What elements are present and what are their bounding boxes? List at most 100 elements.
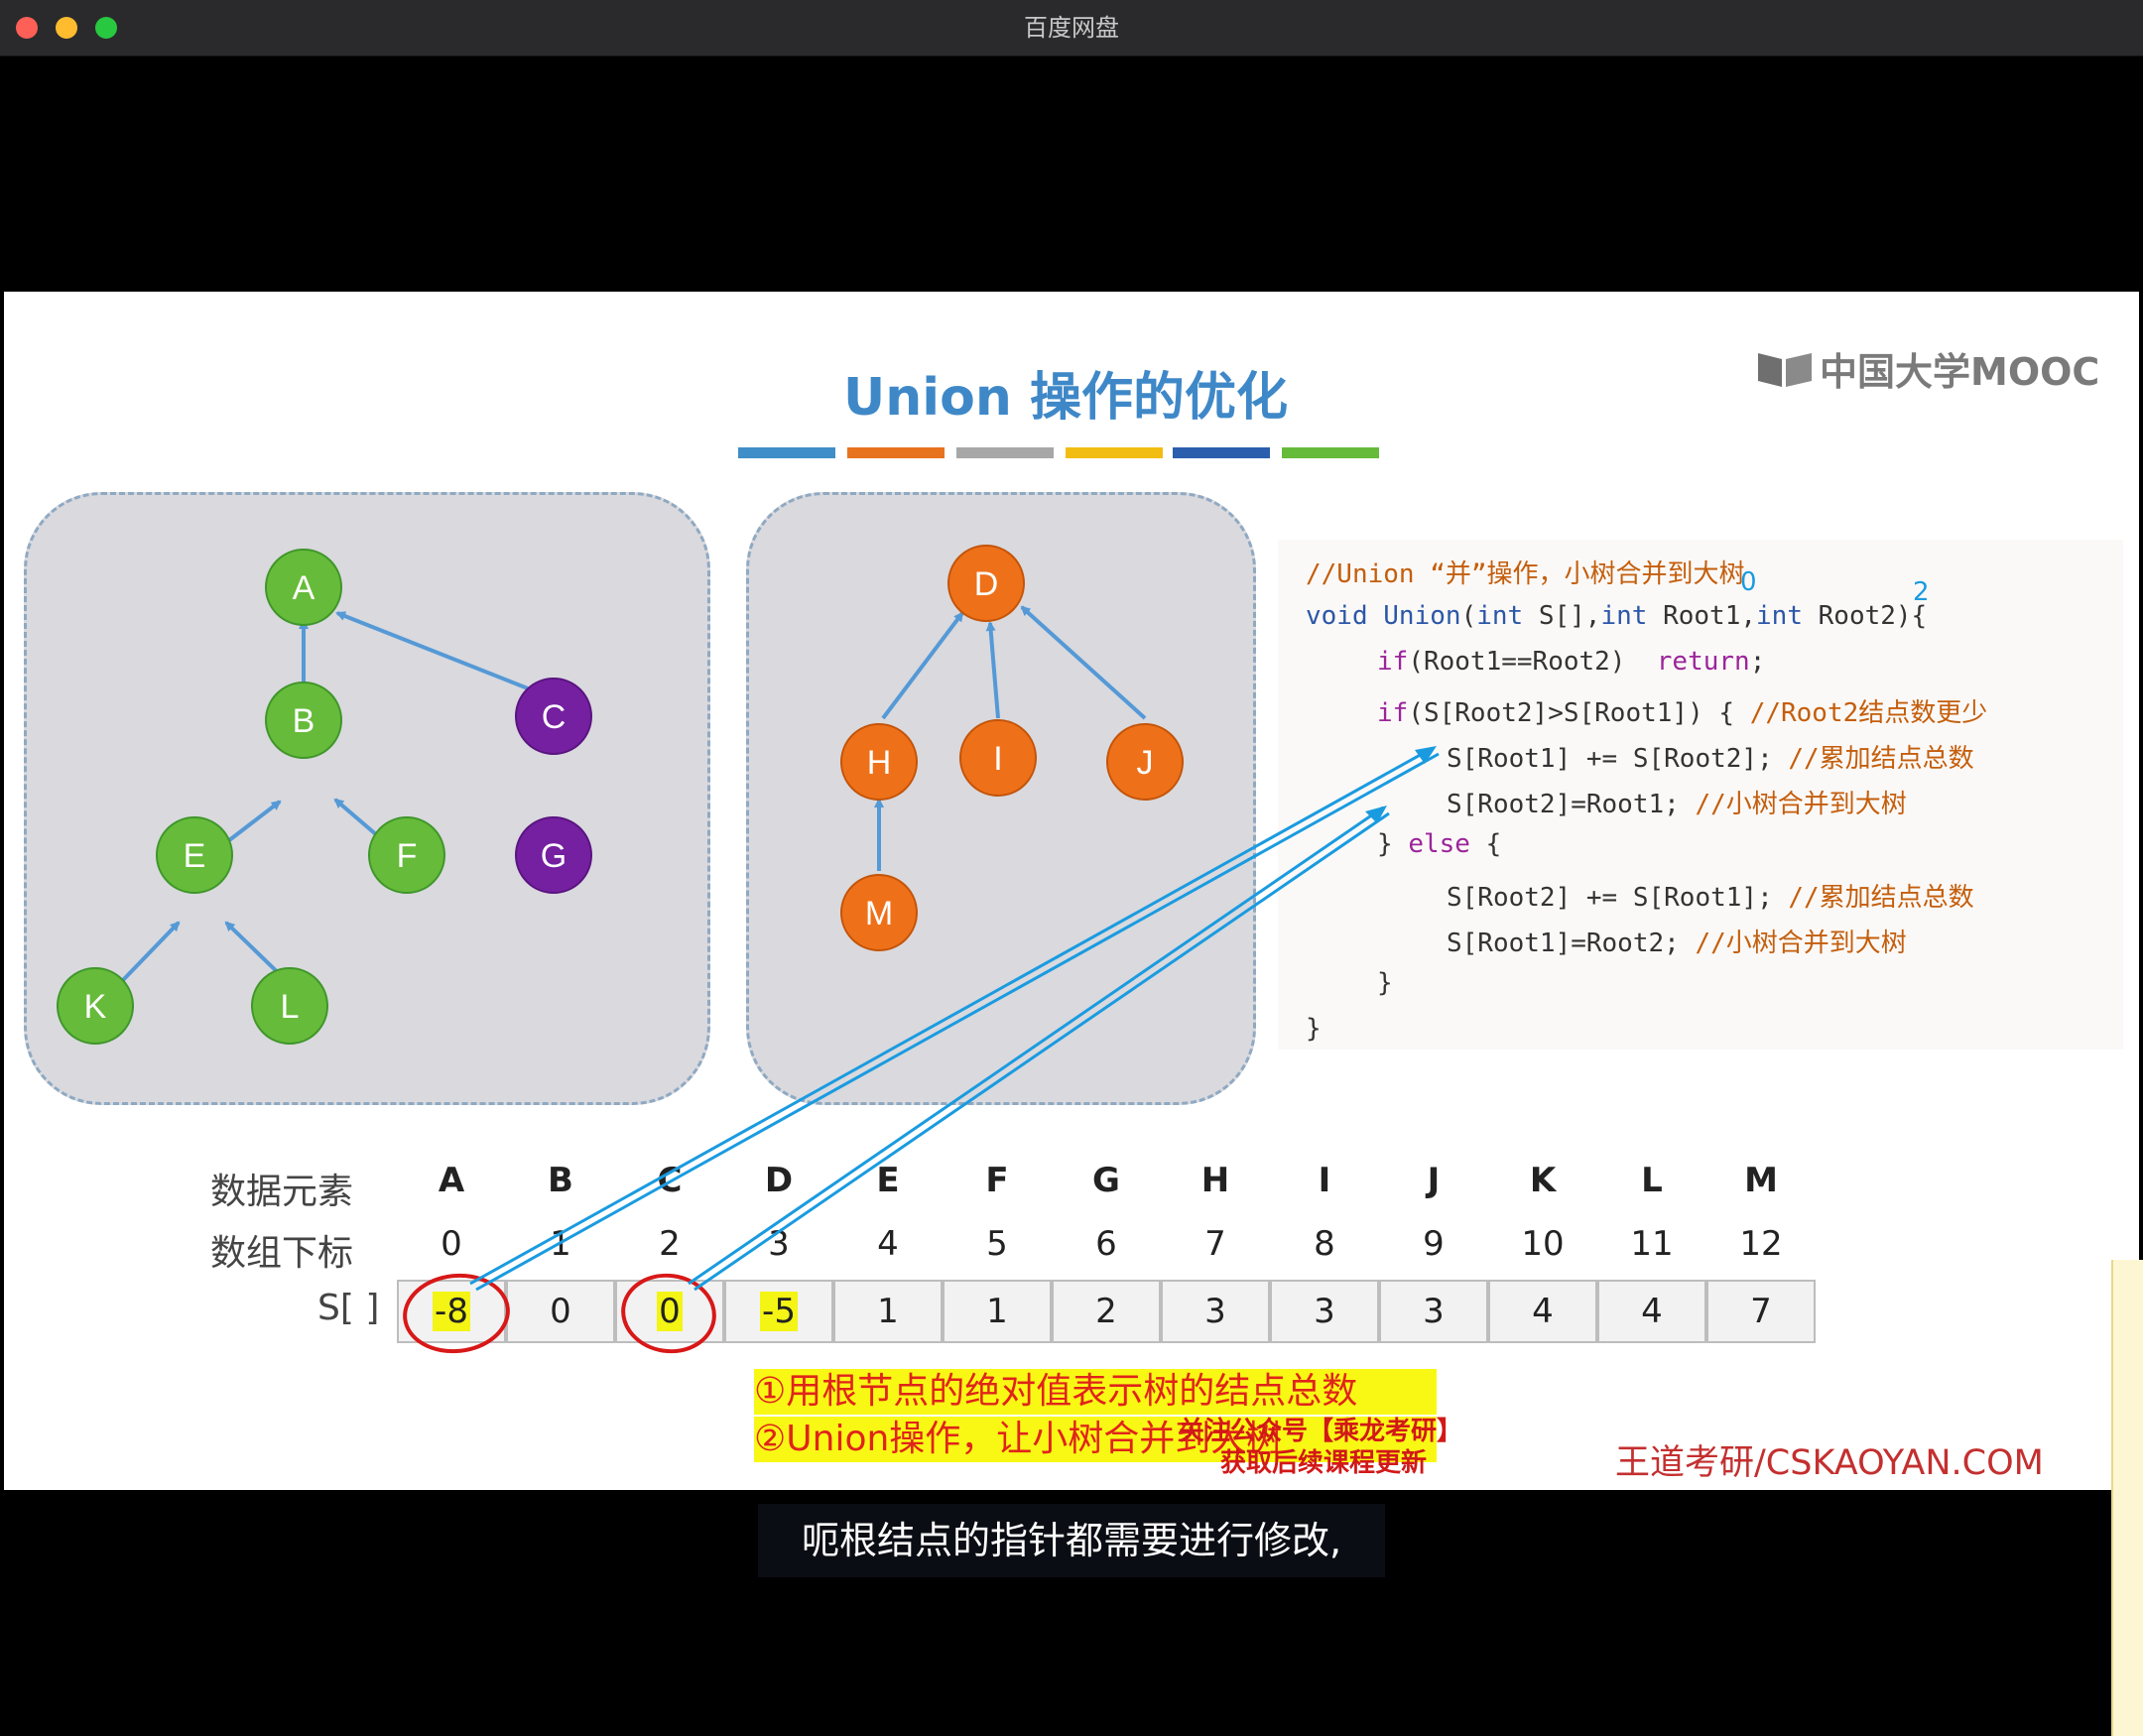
s-array-cell: 7	[1706, 1280, 1816, 1343]
video-subtitle: 呃根结点的指针都需要进行修改,	[758, 1504, 1385, 1577]
note-1: ①用根节点的绝对值表示树的结点总数	[754, 1369, 1437, 1415]
s-array-value: 4	[1532, 1292, 1554, 1331]
label-array-index: 数组下标	[210, 1233, 354, 1274]
node-d: D	[947, 545, 1025, 622]
element-header: E	[876, 1161, 900, 1200]
node-label-l: L	[281, 988, 300, 1026]
node-label-d: D	[974, 565, 999, 603]
index-cell: 10	[1521, 1224, 1565, 1264]
node-l: L	[251, 967, 328, 1045]
watermark-line-2: 获取后续课程更新	[1220, 1448, 1428, 1478]
element-header: H	[1200, 1161, 1230, 1200]
s-array-value: -5	[760, 1292, 798, 1331]
s-array-value: 1	[986, 1292, 1008, 1331]
code-line-8: S[Root2] += S[Root1]; //累加结点总数	[1447, 883, 1974, 913]
element-header: C	[657, 1161, 683, 1200]
code-line-10: }	[1377, 968, 1393, 998]
node-a: A	[265, 549, 342, 626]
side-panel-edge[interactable]	[2111, 1260, 2143, 1736]
node-m: M	[840, 874, 918, 951]
s-array-cell: 2	[1052, 1280, 1161, 1343]
s-array-cell: -5	[724, 1280, 833, 1343]
s-array-value: 3	[1423, 1292, 1445, 1331]
code-line-9: S[Root1]=Root2; //小树合并到大树	[1447, 929, 1907, 958]
brand-text: 王道考研/CSKAOYAN.COM	[1615, 1443, 2044, 1483]
index-cell: 9	[1423, 1224, 1445, 1264]
node-i: I	[959, 719, 1037, 797]
s-array-value: 0	[550, 1292, 571, 1331]
window-titlebar: 百度网盘	[0, 0, 2143, 57]
s-array-cell: -8	[397, 1280, 506, 1343]
index-cell: 2	[659, 1224, 681, 1264]
annotation-root1: 0	[1740, 567, 1757, 597]
s-array-value: 4	[1641, 1292, 1663, 1331]
node-label-h: H	[867, 744, 892, 782]
s-array-cell: 0	[506, 1280, 615, 1343]
s-array-cell: 0	[615, 1280, 724, 1343]
node-h: H	[840, 723, 918, 801]
index-cell: 8	[1314, 1224, 1335, 1264]
edge-k-e	[121, 921, 181, 982]
node-c: C	[515, 678, 592, 755]
s-array-value: -8	[433, 1292, 470, 1331]
node-e: E	[156, 816, 233, 894]
element-header: B	[548, 1161, 573, 1200]
edge-j-d	[1020, 605, 1147, 720]
element-header: M	[1744, 1161, 1778, 1200]
element-header: A	[438, 1161, 465, 1200]
edge-h-d	[881, 611, 964, 720]
index-cell: 5	[986, 1224, 1008, 1264]
s-array-cell: 1	[943, 1280, 1052, 1343]
node-label-i: I	[993, 740, 1002, 778]
node-label-a: A	[293, 569, 315, 607]
s-array-value: 3	[1204, 1292, 1226, 1331]
node-b: B	[265, 682, 342, 759]
node-label-m: M	[865, 895, 893, 932]
node-k: K	[57, 967, 134, 1045]
element-header: L	[1641, 1161, 1663, 1200]
node-label-j: J	[1137, 744, 1154, 782]
edge-i-d	[985, 621, 1000, 719]
element-header: F	[985, 1161, 1009, 1200]
s-array-cell: 3	[1161, 1280, 1270, 1343]
s-array-cell: 3	[1270, 1280, 1379, 1343]
index-cell: 6	[1095, 1224, 1117, 1264]
node-label-b: B	[293, 702, 315, 740]
window-title: 百度网盘	[1024, 14, 1119, 42]
s-array-value: 1	[877, 1292, 899, 1331]
element-header: D	[764, 1161, 794, 1200]
index-cell: 11	[1630, 1224, 1674, 1264]
node-label-g: G	[541, 837, 567, 875]
element-header: I	[1318, 1161, 1331, 1200]
node-label-e: E	[184, 837, 206, 875]
s-array-value: 3	[1314, 1292, 1335, 1331]
s-array-value: 7	[1750, 1292, 1772, 1331]
node-label-k: K	[84, 988, 107, 1026]
code-line-2: void Union(int S[],int Root1,int Root2){	[1306, 601, 1928, 631]
index-cell: 1	[550, 1224, 571, 1264]
index-cell: 7	[1204, 1224, 1226, 1264]
video-slide[interactable]: Union 操作的优化 中国大学MOOC A B C E F G K L D H…	[4, 292, 2139, 1490]
index-cell: 0	[441, 1224, 462, 1264]
s-array-cell: 1	[833, 1280, 943, 1343]
node-label-c: C	[542, 698, 567, 736]
code-line-4: if(S[Root2]>S[Root1]) { //Root2结点数更少	[1377, 698, 1988, 728]
index-cell: 4	[877, 1224, 899, 1264]
label-s-array: S[ ]	[317, 1288, 380, 1328]
element-header: J	[1427, 1161, 1441, 1200]
s-array-cell: 4	[1488, 1280, 1597, 1343]
annotation-root2: 2	[1913, 577, 1930, 607]
edge-c-a	[335, 611, 529, 690]
s-array-value: 0	[657, 1292, 683, 1331]
s-array-value: 2	[1095, 1292, 1117, 1331]
element-header: G	[1092, 1161, 1120, 1200]
index-cell: 12	[1739, 1224, 1783, 1264]
s-array-cell: 3	[1379, 1280, 1488, 1343]
node-g: G	[515, 816, 592, 894]
node-j: J	[1106, 723, 1184, 801]
code-line-6: S[Root2]=Root1; //小树合并到大树	[1447, 790, 1907, 819]
code-line-7: } else {	[1377, 829, 1502, 859]
node-label-f: F	[397, 837, 418, 875]
node-f: F	[368, 816, 445, 894]
code-block: //Union “并”操作，小树合并到大树 void Union(int S[]…	[1278, 540, 2123, 1050]
